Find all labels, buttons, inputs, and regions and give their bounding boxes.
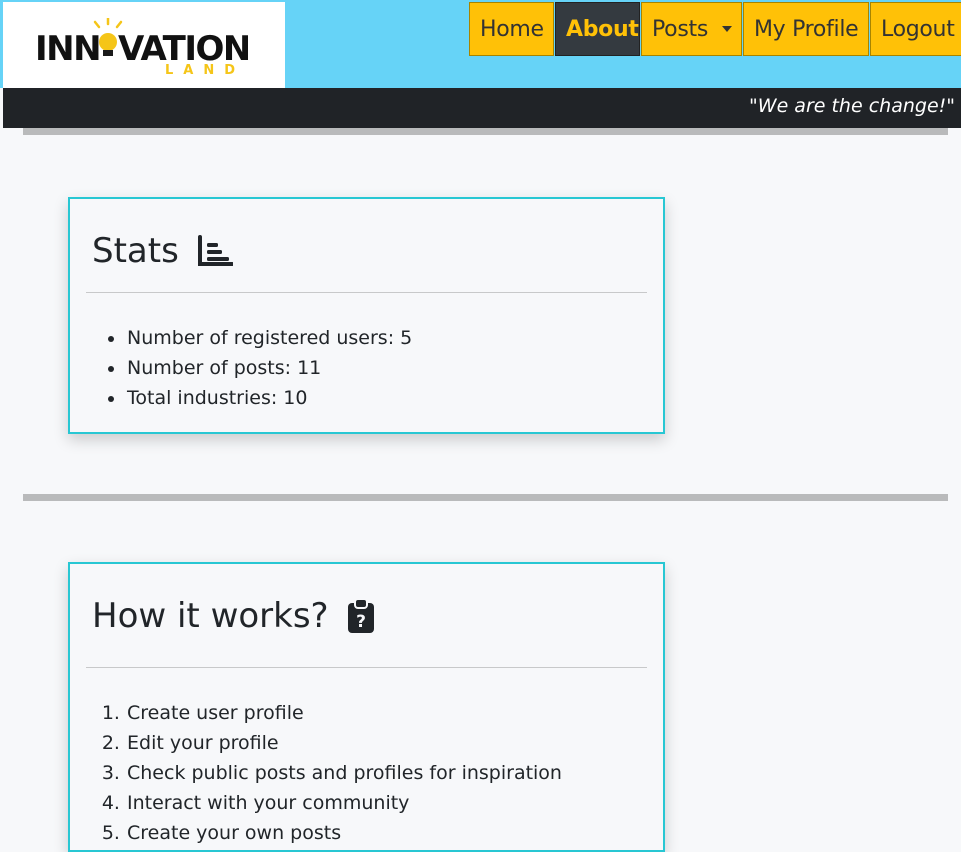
svg-text:LAND: LAND <box>165 63 245 78</box>
nav-my-profile[interactable]: My Profile <box>743 2 869 56</box>
list-item: Edit your profile <box>126 728 562 758</box>
how-separator <box>86 667 647 668</box>
nav-logout-label: Logout <box>881 16 955 42</box>
how-title: How it works? <box>92 596 329 636</box>
section-divider <box>23 494 948 501</box>
section-divider <box>23 128 948 135</box>
svg-text:INN: INN <box>35 29 100 69</box>
top-header: INN VATION LAND Home About Posts My Prof… <box>0 0 961 88</box>
nav-my-profile-label: My Profile <box>754 16 859 42</box>
stats-separator <box>86 292 647 293</box>
list-item: Total industries: 10 <box>126 383 412 413</box>
nav-posts-label: Posts <box>652 16 708 42</box>
list-item: Interact with your community <box>126 788 562 818</box>
stats-list: Number of registered users: 5 Number of … <box>126 323 412 413</box>
nav-posts-dropdown[interactable]: Posts <box>641 2 742 56</box>
nav-home[interactable]: Home <box>469 2 554 56</box>
stats-title: Stats <box>92 231 179 271</box>
chart-bar-icon <box>197 235 233 267</box>
caret-down-icon <box>722 26 732 32</box>
list-item: Number of registered users: 5 <box>126 323 412 353</box>
list-item: Create user profile <box>126 698 562 728</box>
clipboard-question-icon: ? <box>347 598 375 634</box>
stats-heading: Stats <box>92 231 233 271</box>
list-item: Create your own posts <box>126 818 562 848</box>
nav-about-label: About <box>566 16 639 42</box>
nav-home-label: Home <box>480 16 544 42</box>
slogan-text: "We are the change!" <box>749 95 955 117</box>
nav-logout[interactable]: Logout <box>870 2 961 56</box>
list-item: Check public posts and profiles for insp… <box>126 758 562 788</box>
stats-card: Stats Number of registered users: 5 Numb… <box>68 197 665 434</box>
nav-about[interactable]: About <box>555 2 640 56</box>
how-it-works-card: How it works? ? Create user profile Edit… <box>68 562 665 852</box>
svg-text:?: ? <box>356 612 366 632</box>
how-heading: How it works? ? <box>92 596 375 636</box>
how-steps-list: Create user profile Edit your profile Ch… <box>126 698 562 848</box>
slogan-bar: "We are the change!" <box>3 88 961 128</box>
logo-link[interactable]: INN VATION LAND <box>3 2 285 88</box>
main-nav: Home About Posts My Profile Logout <box>468 2 961 58</box>
innovation-land-logo: INN VATION LAND <box>35 18 248 78</box>
list-item: Number of posts: 11 <box>126 353 412 383</box>
